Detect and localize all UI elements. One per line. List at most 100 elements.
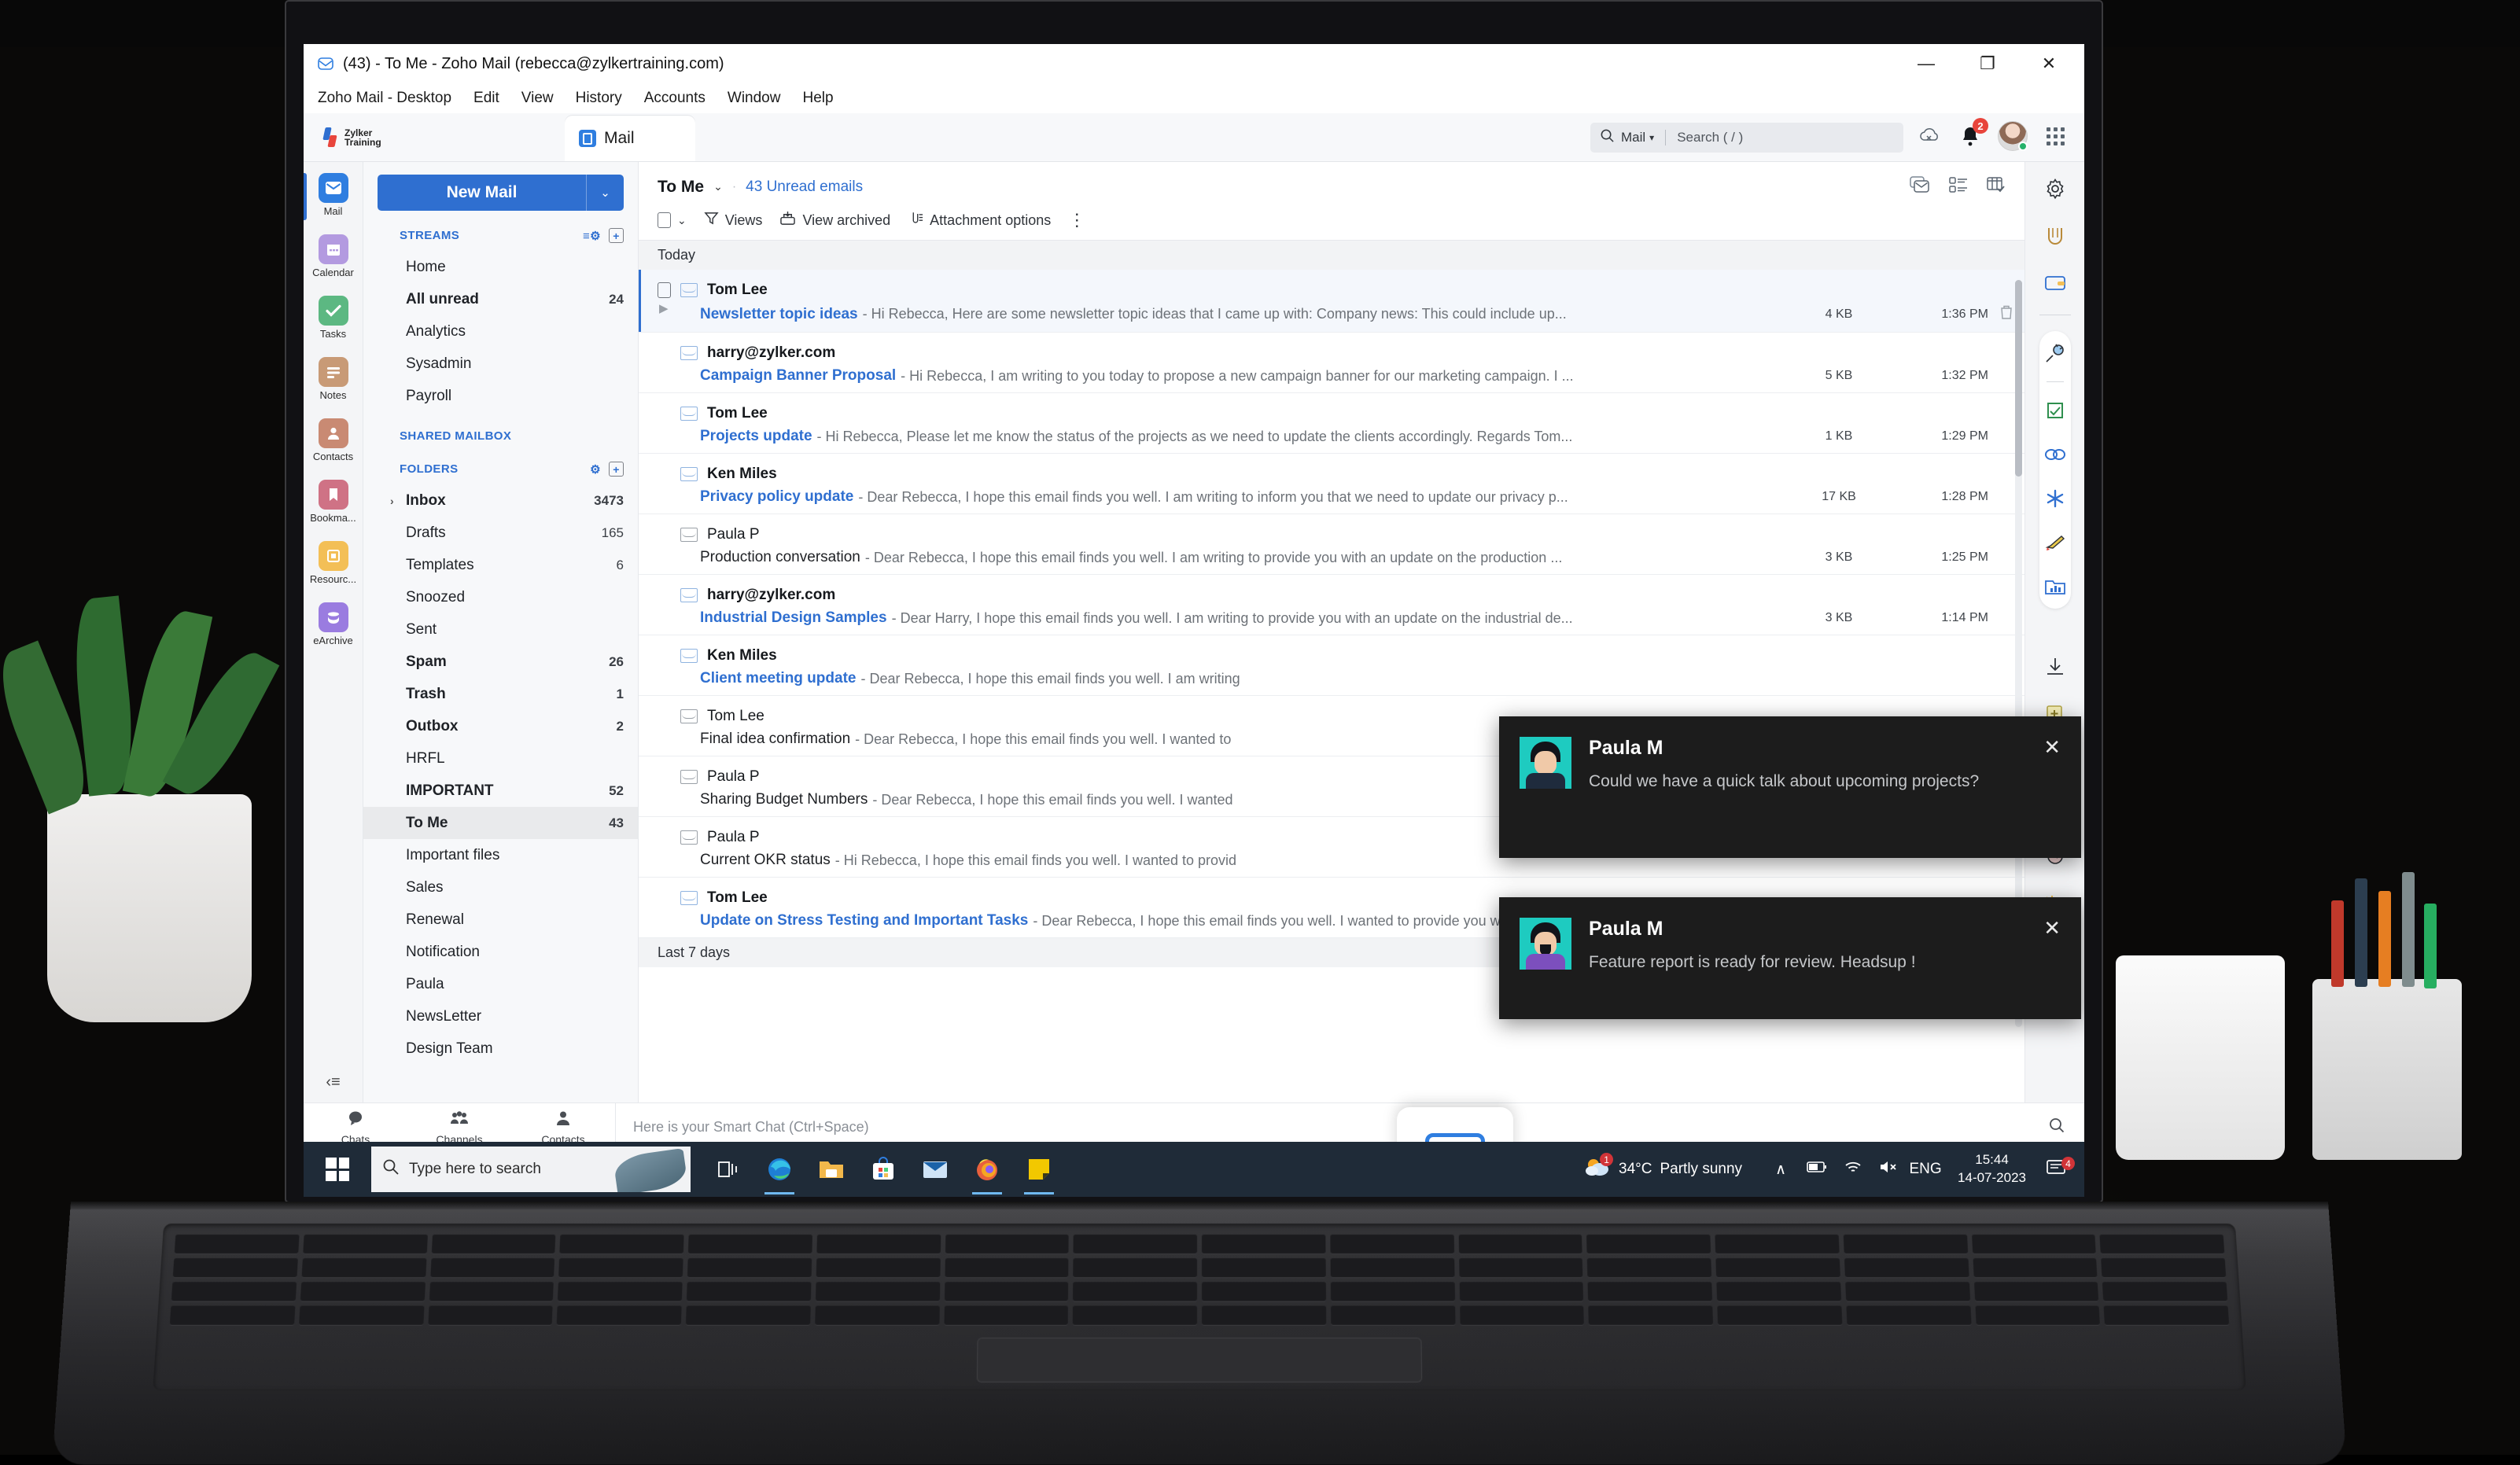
close-icon[interactable]: ✕ — [2043, 737, 2061, 837]
language-indicator[interactable]: ENG — [1907, 1161, 1943, 1178]
app-mail[interactable]: Mail — [304, 173, 363, 217]
asterisk-icon[interactable] — [2039, 483, 2071, 514]
folder-item-inbox[interactable]: › Inbox 3473 — [363, 484, 638, 517]
marker-pen-icon[interactable] — [2039, 527, 2071, 558]
firefox-icon[interactable] — [961, 1142, 1013, 1197]
notification-toast[interactable]: Paula M Could we have a quick talk about… — [1499, 716, 2081, 858]
settings-gear-icon[interactable] — [2039, 173, 2071, 204]
chat-search-icon[interactable] — [2029, 1117, 2084, 1139]
close-icon[interactable]: ✕ — [2043, 918, 2061, 999]
flag-marker-icon[interactable]: ▶ — [659, 301, 669, 315]
unread-count-link[interactable]: 43 Unread emails — [746, 179, 863, 196]
app-tasks[interactable]: Tasks — [304, 296, 363, 340]
folder-item-sales[interactable]: Sales — [363, 871, 638, 904]
email-subject[interactable]: Current OKR status — [700, 852, 831, 869]
maximize-button[interactable]: ❐ — [1957, 44, 2018, 83]
new-mail-button[interactable]: New Mail ⌄ — [378, 175, 624, 211]
menu-item-history[interactable]: History — [565, 90, 633, 107]
folder-item-trash[interactable]: Trash 1 — [363, 678, 638, 710]
attachment-options-button[interactable]: Attachment options — [908, 211, 1051, 230]
task-view-icon[interactable] — [702, 1142, 753, 1197]
folder-item-paula[interactable]: Paula — [363, 968, 638, 1000]
zoho-writer-icon[interactable] — [2039, 220, 2071, 252]
folder-item-hrfl[interactable]: HRFL — [363, 742, 638, 775]
chat-tab-channels[interactable]: Channels — [407, 1110, 511, 1146]
select-all-checkbox[interactable]: ⌄ — [658, 212, 687, 228]
mail-app-taskbar-icon[interactable] — [909, 1142, 961, 1197]
conversation-view-icon[interactable] — [1910, 176, 1930, 197]
link-chain-icon[interactable] — [2039, 439, 2071, 470]
wifi-icon[interactable] — [1835, 1160, 1871, 1179]
folder-item-snoozed[interactable]: Snoozed — [363, 581, 638, 613]
email-subject[interactable]: Production conversation — [700, 549, 860, 566]
close-button[interactable]: ✕ — [2018, 44, 2080, 83]
taskbar-clock[interactable]: 15:44 14-07-2023 — [1958, 1151, 2026, 1187]
email-subject[interactable]: Industrial Design Samples — [700, 609, 887, 627]
sticky-notes-icon[interactable] — [1013, 1142, 1065, 1197]
microsoft-store-icon[interactable] — [857, 1142, 909, 1197]
folders-settings-icon[interactable]: ⚙ — [590, 462, 601, 477]
folder-item-notification[interactable]: Notification — [363, 936, 638, 968]
analytics-folder-icon[interactable] — [2039, 571, 2071, 602]
table-row[interactable]: Ken Miles Privacy policy update - Dear R… — [639, 454, 2024, 514]
folder-item-spam[interactable]: Spam 26 — [363, 646, 638, 678]
add-folder-icon[interactable]: + — [609, 462, 624, 477]
stream-item-sysadmin[interactable]: Sysadmin — [363, 348, 638, 380]
menu-item-accounts[interactable]: Accounts — [633, 90, 717, 107]
stream-item-all-unread[interactable]: All unread 24 — [363, 283, 638, 315]
email-subject[interactable]: Sharing Budget Numbers — [700, 791, 868, 808]
table-row[interactable]: Paula P Production conversation - Dear R… — [639, 514, 2024, 575]
view-archived-button[interactable]: View archived — [779, 211, 890, 230]
table-row[interactable]: Tom Lee Projects update - Hi Rebecca, Pl… — [639, 393, 2024, 454]
stream-item-home[interactable]: Home — [363, 251, 638, 283]
email-subject[interactable]: Projects update — [700, 428, 812, 445]
file-explorer-icon[interactable] — [805, 1142, 857, 1197]
notification-toast[interactable]: Paula M Feature report is ready for revi… — [1499, 897, 2081, 1019]
windows-start-icon[interactable] — [304, 1158, 371, 1181]
search-scope[interactable]: Mail ▾ — [1621, 130, 1654, 145]
weather-widget[interactable]: 1 34°C Partly sunny — [1584, 1155, 1742, 1183]
table-row[interactable]: harry@zylker.com Campaign Banner Proposa… — [639, 333, 2024, 393]
email-subject[interactable]: Campaign Banner Proposal — [700, 367, 896, 385]
chevron-right-icon[interactable]: › — [390, 495, 394, 507]
app-earchive[interactable]: eArchive — [304, 602, 363, 646]
folder-item-important[interactable]: IMPORTANT 52 — [363, 775, 638, 807]
add-stream-icon[interactable]: + — [609, 228, 624, 243]
folder-item-renewal[interactable]: Renewal — [363, 904, 638, 936]
folder-chevron-down-icon[interactable]: ⌄ — [713, 180, 723, 193]
smart-chat-input[interactable]: Here is your Smart Chat (Ctrl+Space) — [616, 1119, 2029, 1136]
notifications-bell-icon[interactable]: 2 — [1957, 123, 1984, 149]
volume-muted-icon[interactable] — [1871, 1160, 1907, 1179]
cloud-sync-icon[interactable] — [1916, 123, 1943, 149]
scrollbar-thumb[interactable] — [2015, 280, 2022, 477]
collapse-sidebar-icon[interactable]: ‹≡ — [326, 1073, 340, 1091]
show-hidden-icons-chevron[interactable]: ∧ — [1763, 1161, 1799, 1179]
table-row[interactable]: Ken Miles Client meeting update - Dear R… — [639, 635, 2024, 696]
email-subject[interactable]: Client meeting update — [700, 670, 856, 687]
folder-item-sent[interactable]: Sent — [363, 613, 638, 646]
more-options-icon[interactable]: ⋮ — [1068, 210, 1086, 230]
tab-mail[interactable]: Mail — [565, 116, 695, 161]
wallet-icon[interactable] — [2039, 267, 2071, 299]
chat-tab-chats[interactable]: Chats — [304, 1110, 407, 1146]
stream-item-analytics[interactable]: Analytics — [363, 315, 638, 348]
app-bookmarks[interactable]: Bookma... — [304, 480, 363, 524]
plug-integration-icon[interactable] — [2039, 337, 2071, 369]
views-button[interactable]: Views — [704, 211, 763, 230]
taskbar-search-input[interactable]: Type here to search — [371, 1147, 691, 1192]
table-row[interactable]: Tom Lee Newsletter topic ideas - Hi Rebe… — [639, 270, 2024, 333]
zoho-sheet-icon[interactable] — [2039, 395, 2071, 426]
menu-item-view[interactable]: View — [510, 90, 565, 107]
table-row[interactable]: harry@zylker.com Industrial Design Sampl… — [639, 575, 2024, 635]
list-view-icon[interactable] — [1949, 176, 1968, 197]
menu-item-window[interactable]: Window — [717, 90, 792, 107]
app-notes[interactable]: Notes — [304, 357, 363, 401]
action-center-icon[interactable]: 4 — [2040, 1158, 2072, 1180]
new-mail-caret-icon[interactable]: ⌄ — [586, 175, 624, 211]
folder-item-important-files[interactable]: Important files — [363, 839, 638, 871]
stream-item-payroll[interactable]: Payroll — [363, 380, 638, 412]
search-input[interactable]: Mail ▾ Search ( / ) — [1590, 123, 1903, 153]
menu-item-help[interactable]: Help — [791, 90, 844, 107]
folder-item-newsletter[interactable]: NewsLetter — [363, 1000, 638, 1032]
folder-item-drafts[interactable]: Drafts 165 — [363, 517, 638, 549]
